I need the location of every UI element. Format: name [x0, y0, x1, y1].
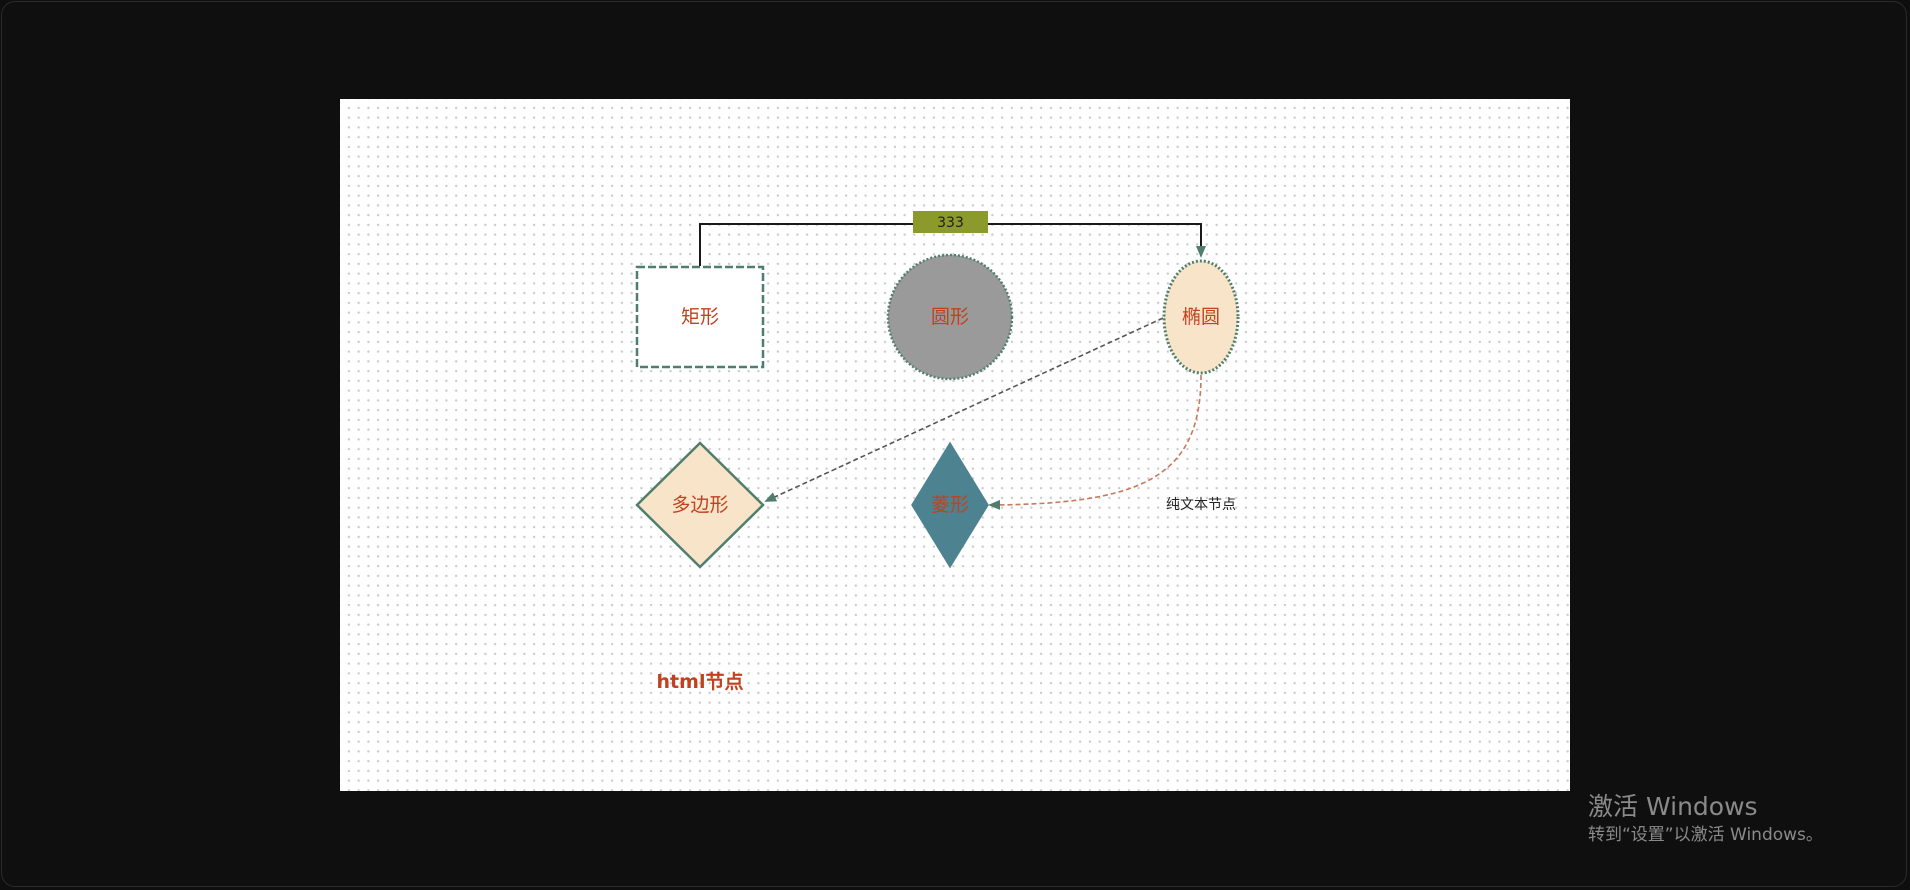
node-diamond-label: 菱形 [931, 494, 969, 516]
diagram-canvas[interactable]: 333 矩形 圆形 椭圆 多边形 菱形 纯文本节点 html节点 [340, 99, 1570, 791]
node-ellipse-label: 椭圆 [1182, 306, 1220, 328]
node-rectangle[interactable]: 矩形 [635, 265, 765, 369]
windows-activation-watermark: 激活 Windows 转到“设置”以激活 Windows。 [1588, 792, 1823, 846]
watermark-title: 激活 Windows [1588, 792, 1758, 821]
node-rectangle-label: 矩形 [681, 306, 719, 328]
node-plain-text-label: 纯文本节点 [1166, 497, 1236, 513]
edge-label-333: 333 [937, 215, 964, 231]
node-polygon-label: 多边形 [671, 494, 728, 516]
diagram-svg: 333 矩形 圆形 椭圆 多边形 菱形 纯文本节点 [635, 211, 1240, 569]
node-plain-text[interactable]: 纯文本节点 [1166, 497, 1236, 513]
node-circle[interactable]: 圆形 [886, 253, 1014, 381]
node-circle-label: 圆形 [931, 306, 969, 328]
node-html[interactable]: html节点 [640, 667, 760, 694]
node-ellipse[interactable]: 椭圆 [1162, 259, 1240, 375]
node-diamond[interactable]: 菱形 [911, 441, 989, 569]
edge-ellipse-to-diamond[interactable] [988, 374, 1202, 510]
watermark-subtitle: 转到“设置”以激活 Windows。 [1588, 825, 1823, 845]
node-polygon[interactable]: 多边形 [635, 441, 765, 569]
